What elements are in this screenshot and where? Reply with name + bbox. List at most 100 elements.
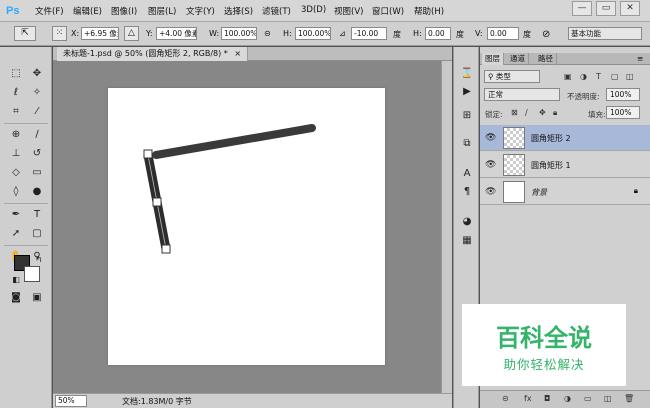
paragraph-panel-icon[interactable]: ¶: [459, 184, 475, 200]
menu-filter[interactable]: 滤镜(T): [262, 5, 291, 17]
eyedropper-icon[interactable]: ⁄: [28, 104, 46, 120]
menu-help[interactable]: 帮助(H): [414, 5, 444, 17]
reference-point-icon[interactable]: ⁙: [52, 26, 67, 41]
transform-handle-bottom: [161, 244, 171, 254]
gradient-tool-icon[interactable]: ▭: [28, 165, 46, 181]
vertical-scrollbar[interactable]: [441, 61, 452, 393]
adjustment-layer-icon[interactable]: ◑: [564, 394, 571, 403]
close-tab-icon[interactable]: ×: [234, 49, 241, 58]
history-brush-icon[interactable]: ↺: [28, 146, 46, 162]
warp-icon[interactable]: ⊘: [542, 29, 550, 40]
eraser-tool-icon[interactable]: ◇: [7, 165, 25, 181]
document-info[interactable]: 文档:1.83M/0 字节: [122, 396, 192, 407]
watermark: 百科全说 助你轻松解决: [462, 304, 626, 386]
layer-row-rounded-rect-2[interactable]: 👁︎ 圆角矩形 2: [480, 125, 650, 151]
dodge-tool-icon[interactable]: ●: [28, 184, 46, 200]
minimize-button[interactable]: —: [572, 1, 592, 16]
type-tool-icon[interactable]: T: [28, 207, 46, 223]
visibility-eye-icon[interactable]: 👁︎: [485, 159, 497, 171]
clone-source-icon[interactable]: ⧉: [459, 136, 475, 152]
opacity-field[interactable]: 100%: [606, 88, 640, 101]
v-skew-field[interactable]: 0.00: [487, 27, 519, 40]
h-skew-label: H:: [413, 29, 422, 38]
lock-image-icon[interactable]: ∕: [525, 108, 528, 117]
history-panel-icon[interactable]: ⌛: [459, 66, 475, 82]
default-colors-icon[interactable]: ◧: [7, 272, 25, 288]
link-icon[interactable]: ⊝: [264, 29, 271, 38]
filter-type-icon[interactable]: T: [596, 72, 601, 81]
new-group-icon[interactable]: ▭: [584, 394, 592, 403]
rectangle-tool-icon[interactable]: ▢: [28, 226, 46, 242]
layer-thumbnail: [503, 127, 525, 149]
lasso-tool-icon[interactable]: ℓ: [7, 85, 25, 101]
swap-colors-icon[interactable]: ↰: [30, 252, 48, 268]
x-field[interactable]: +6.95 像素: [81, 27, 119, 40]
tool-preset-picker-icon[interactable]: ⇱: [14, 26, 36, 41]
menu-image[interactable]: 图像(I): [111, 5, 137, 17]
y-field[interactable]: +4.00 像素: [156, 27, 197, 40]
pen-tool-icon[interactable]: ✒: [7, 207, 25, 223]
lock-all-icon[interactable]: 🔒︎: [553, 108, 557, 118]
width-field[interactable]: 100.00%: [221, 27, 257, 40]
menu-3d[interactable]: 3D(D): [301, 5, 326, 15]
screen-mode-icon[interactable]: ▣: [28, 290, 46, 306]
quick-mask-icon[interactable]: ◙: [7, 290, 25, 306]
menu-file[interactable]: 文件(F): [35, 5, 64, 17]
clone-stamp-icon[interactable]: ⊥: [7, 146, 25, 162]
character-panel-icon[interactable]: A: [459, 166, 475, 182]
filter-adjustment-icon[interactable]: ◑: [580, 72, 587, 81]
menu-layer[interactable]: 图层(L): [148, 5, 176, 17]
layer-row-background[interactable]: 👁︎ 背景 🔒︎: [480, 179, 650, 205]
marquee-tool-icon[interactable]: ⬚: [7, 66, 25, 82]
add-mask-icon[interactable]: ◘: [544, 394, 550, 403]
brush-tool-icon[interactable]: ∕: [28, 127, 46, 143]
link-layers-icon[interactable]: ⊝: [502, 394, 509, 403]
path-selection-icon[interactable]: ➚: [7, 226, 25, 242]
delete-layer-icon[interactable]: 🗑︎: [624, 394, 634, 403]
tab-channels[interactable]: 通道: [507, 53, 529, 65]
lock-transparent-icon[interactable]: ⊠: [511, 108, 518, 117]
menu-window[interactable]: 窗口(W): [372, 5, 404, 17]
blend-row: 正常 不透明度: 100%: [480, 87, 650, 103]
panel-menu-icon[interactable]: ≡: [634, 53, 646, 65]
filter-pixel-icon[interactable]: ▣: [564, 72, 572, 81]
fill-field[interactable]: 100%: [606, 106, 640, 119]
zoom-field[interactable]: 50%: [55, 395, 87, 407]
filter-kind-select[interactable]: ⚲ 类型: [484, 70, 540, 83]
adjustments-panel-icon[interactable]: ⊞: [459, 108, 475, 124]
background-color-swatch[interactable]: [24, 266, 40, 282]
canvas[interactable]: [108, 88, 385, 365]
magic-wand-icon[interactable]: ✧: [28, 85, 46, 101]
blur-tool-icon[interactable]: ◊: [7, 184, 25, 200]
color-panel-icon[interactable]: ◕: [459, 214, 475, 230]
visibility-eye-icon[interactable]: 👁︎: [485, 186, 497, 198]
actions-panel-icon[interactable]: ▶: [459, 84, 475, 100]
filter-shape-icon[interactable]: ▢: [611, 72, 619, 81]
layer-row-rounded-rect-1[interactable]: 👁︎ 圆角矩形 1: [480, 152, 650, 178]
layer-style-icon[interactable]: fx: [524, 394, 532, 403]
new-layer-icon[interactable]: ◫: [604, 394, 612, 403]
restore-button[interactable]: ▭: [596, 1, 616, 16]
visibility-eye-icon[interactable]: 👁︎: [485, 132, 497, 144]
healing-brush-icon[interactable]: ⊕: [7, 127, 25, 143]
relative-position-icon[interactable]: △: [124, 26, 139, 41]
blend-mode-select[interactable]: 正常: [484, 88, 560, 101]
menu-edit[interactable]: 编辑(E): [73, 5, 102, 17]
filter-smart-object-icon[interactable]: ◫: [626, 72, 634, 81]
crop-tool-icon[interactable]: ⌗: [7, 104, 25, 120]
close-window-button[interactable]: ✕: [620, 1, 640, 16]
menu-view[interactable]: 视图(V): [334, 5, 363, 17]
workspace-select[interactable]: 基本功能: [568, 27, 642, 40]
angle-field[interactable]: -10.00: [351, 27, 387, 40]
move-tool-icon[interactable]: ✥: [28, 66, 46, 82]
h-skew-field[interactable]: 0.00: [425, 27, 451, 40]
h-label: H:: [283, 29, 292, 38]
menu-select[interactable]: 选择(S): [224, 5, 253, 17]
lock-position-icon[interactable]: ✥: [539, 108, 546, 117]
tab-paths[interactable]: 路径: [535, 53, 557, 65]
tab-layers[interactable]: 图层: [482, 53, 504, 65]
menu-type[interactable]: 文字(Y): [186, 5, 215, 17]
height-field[interactable]: 100.00%: [295, 27, 331, 40]
document-tab[interactable]: 未标题-1.psd @ 50% (圆角矩形 2, RGB/8) * ×: [57, 47, 249, 61]
swatches-panel-icon[interactable]: ▦: [459, 233, 475, 249]
